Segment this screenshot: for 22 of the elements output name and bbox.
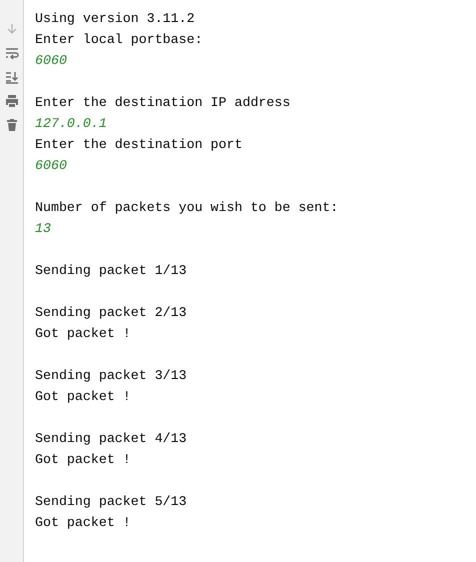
output-text: Number of packets you wish to be sent:: [35, 200, 338, 215]
output-text: Enter local portbase:: [35, 32, 203, 47]
user-input-text: 6060: [35, 158, 67, 173]
output-text: Enter the destination port: [35, 137, 242, 152]
output-text: Using version 3.11.2: [35, 11, 195, 26]
output-text: Got packet !: [35, 389, 131, 404]
user-input-text: 127.0.0.1: [35, 116, 107, 131]
scroll-to-end-icon[interactable]: [4, 70, 18, 84]
output-text: Enter the destination IP address: [35, 95, 290, 110]
output-text: Sending packet 3/13: [35, 368, 187, 383]
output-text: Got packet !: [35, 452, 131, 467]
user-input-text: 6060: [35, 53, 67, 68]
output-text: Sending packet 5/13: [35, 494, 187, 509]
printer-icon[interactable]: [4, 94, 18, 108]
soft-wrap-icon[interactable]: [4, 46, 18, 60]
output-text: Sending packet 1/13: [35, 263, 187, 278]
user-input-text: 13: [35, 221, 51, 236]
output-text: Got packet !: [35, 326, 131, 341]
output-text: Sending packet 2/13: [35, 305, 187, 320]
trash-icon[interactable]: [4, 118, 18, 132]
output-text: Sending packet 4/13: [35, 431, 187, 446]
output-text: Got packet !: [35, 515, 131, 530]
